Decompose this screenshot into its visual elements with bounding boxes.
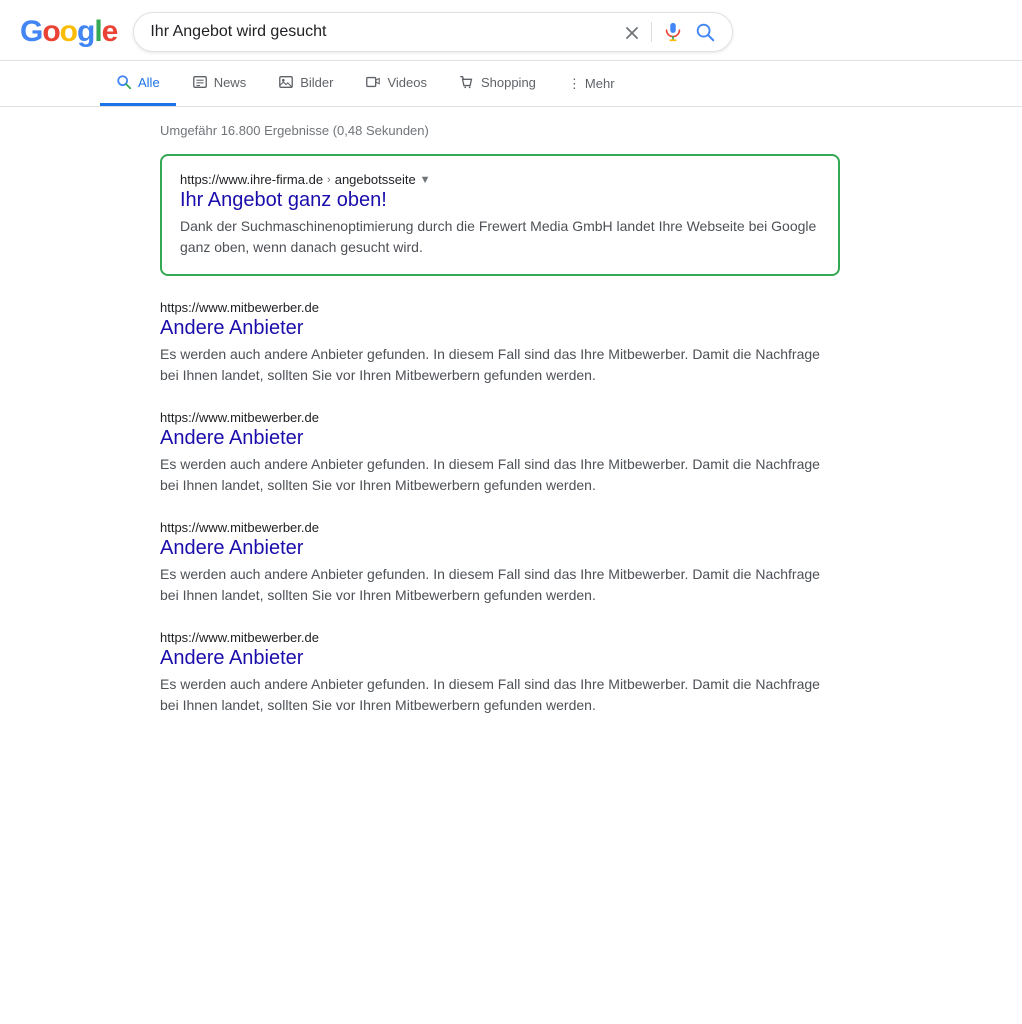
result-snippet-3: Es werden auch andere Anbieter gefunden.… — [160, 674, 840, 716]
tab-shopping[interactable]: Shopping — [443, 61, 552, 106]
mic-button[interactable] — [662, 21, 684, 43]
tab-bilder-label: Bilder — [300, 75, 333, 90]
tab-alle[interactable]: Alle — [100, 61, 176, 106]
logo-g2: g — [77, 15, 94, 49]
result-title-1[interactable]: Andere Anbieter — [160, 427, 840, 450]
tab-shopping-label: Shopping — [481, 75, 536, 90]
result-item-3: https://www.mitbewerber.de Andere Anbiet… — [160, 630, 840, 716]
results-area: Umgefähr 16.800 Ergebnisse (0,48 Sekunde… — [0, 107, 860, 756]
tab-alle-label: Alle — [138, 75, 160, 90]
search-bar — [133, 12, 733, 52]
tab-news[interactable]: News — [176, 61, 263, 106]
tab-bilder[interactable]: Bilder — [262, 61, 349, 106]
bilder-tab-icon — [278, 73, 294, 91]
search-icon — [694, 21, 716, 43]
tab-videos[interactable]: Videos — [349, 61, 443, 106]
featured-result: https://www.ihre-firma.de › angebotsseit… — [160, 154, 840, 276]
tab-videos-label: Videos — [387, 75, 427, 90]
featured-url: https://www.ihre-firma.de › angebotsseit… — [180, 172, 820, 187]
more-label: Mehr — [585, 76, 615, 91]
logo-g: G — [20, 15, 42, 49]
mic-icon — [662, 21, 684, 43]
more-dots-icon: ⋮ — [568, 76, 581, 92]
result-snippet-2: Es werden auch andere Anbieter gefunden.… — [160, 564, 840, 606]
result-url-3: https://www.mitbewerber.de — [160, 630, 840, 645]
shopping-tab-icon — [459, 73, 475, 91]
logo-o2: o — [60, 15, 77, 49]
featured-snippet: Dank der Suchmaschinenoptimierung durch … — [180, 216, 820, 258]
google-logo[interactable]: Google — [20, 15, 117, 49]
logo-o1: o — [42, 15, 59, 49]
results-stats: Umgefähr 16.800 Ergebnisse (0,48 Sekunde… — [160, 123, 840, 138]
clear-button[interactable] — [623, 22, 641, 41]
search-button[interactable] — [694, 21, 716, 43]
logo-e: e — [102, 15, 118, 49]
nav-tabs: Alle News Bilder — [0, 61, 1022, 107]
result-item-0: https://www.mitbewerber.de Andere Anbiet… — [160, 300, 840, 386]
tab-news-label: News — [214, 75, 247, 90]
result-url-1: https://www.mitbewerber.de — [160, 410, 840, 425]
result-title-0[interactable]: Andere Anbieter — [160, 317, 840, 340]
result-title-2[interactable]: Andere Anbieter — [160, 537, 840, 560]
more-button[interactable]: ⋮ Mehr — [552, 64, 631, 104]
logo-l: l — [94, 15, 101, 49]
featured-title[interactable]: Ihr Angebot ganz oben! — [180, 189, 820, 212]
search-bar-icons — [623, 21, 716, 43]
result-item-2: https://www.mitbewerber.de Andere Anbiet… — [160, 520, 840, 606]
search-tab-icon — [116, 73, 132, 91]
featured-url-arrow: › — [327, 174, 331, 186]
result-snippet-1: Es werden auch andere Anbieter gefunden.… — [160, 454, 840, 496]
result-url-2: https://www.mitbewerber.de — [160, 520, 840, 535]
result-item-1: https://www.mitbewerber.de Andere Anbiet… — [160, 410, 840, 496]
header: Google — [0, 0, 1022, 61]
result-snippet-0: Es werden auch andere Anbieter gefunden.… — [160, 344, 840, 386]
result-url-0: https://www.mitbewerber.de — [160, 300, 840, 315]
news-tab-icon — [192, 73, 208, 91]
search-divider — [651, 22, 652, 42]
result-title-3[interactable]: Andere Anbieter — [160, 647, 840, 670]
featured-dropdown-icon[interactable]: ▼ — [420, 174, 431, 186]
search-input[interactable] — [150, 23, 615, 41]
videos-tab-icon — [365, 73, 381, 91]
clear-icon — [623, 24, 641, 42]
